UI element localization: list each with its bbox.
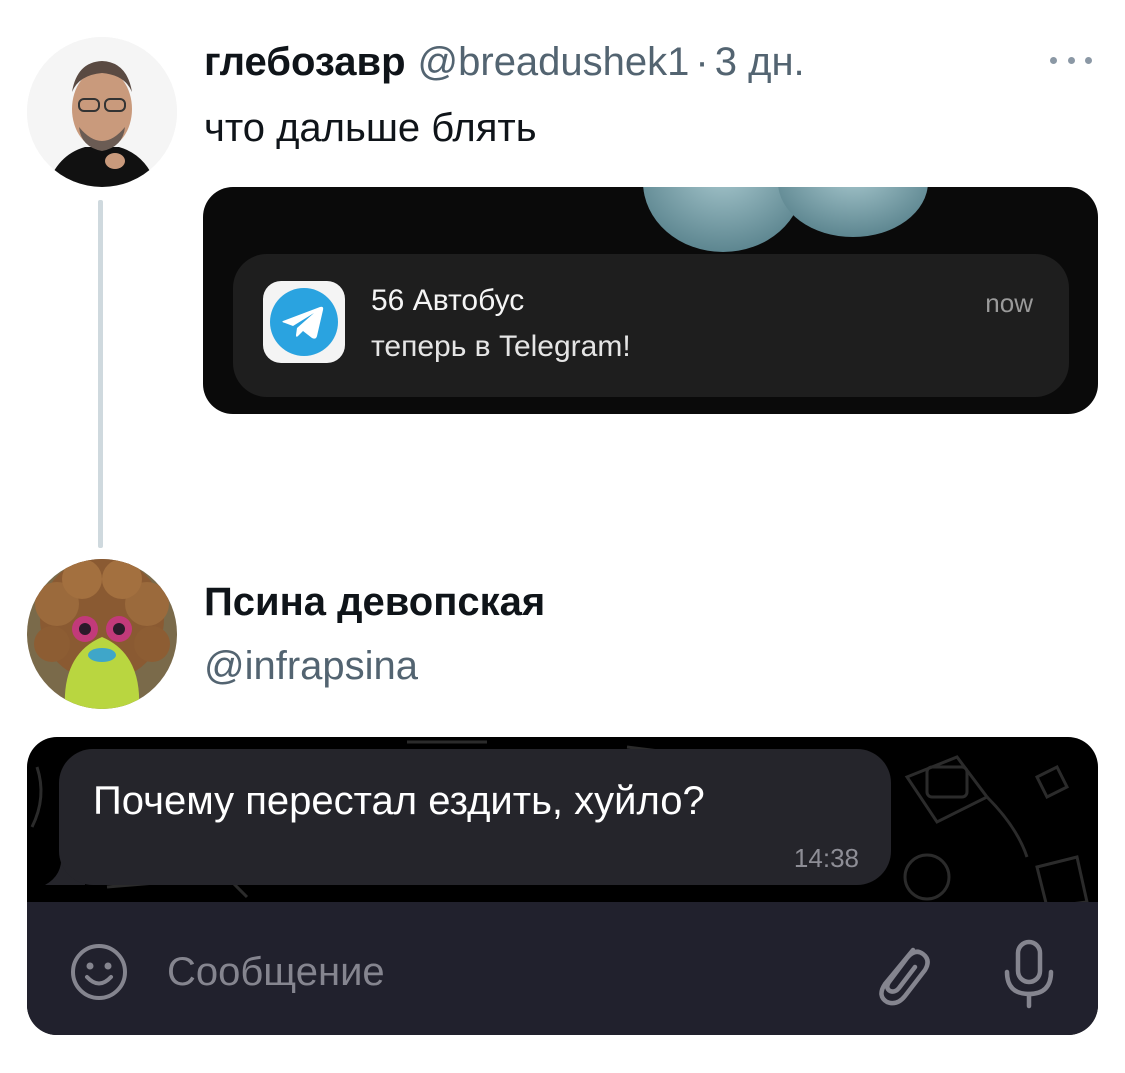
more-dots-icon[interactable]	[1046, 48, 1096, 72]
tweet-text: что дальше блять	[204, 106, 537, 150]
notification-time: now	[985, 288, 1033, 318]
telegram-notification[interactable]: 56 Автобус теперь в Telegram! now	[233, 254, 1069, 397]
chat-input-bar	[27, 902, 1098, 1035]
tweet-media-notification-screenshot[interactable]: 56 Автобус теперь в Telegram! now	[203, 187, 1098, 414]
author-handle[interactable]: @breadushek1	[418, 40, 690, 85]
emoji-icon[interactable]	[67, 940, 131, 1004]
reply-author-display-name[interactable]: Псина девопская	[204, 580, 545, 625]
notification-body: теперь в Telegram!	[371, 330, 631, 363]
tweet-timestamp[interactable]: 3 дн.	[715, 40, 805, 85]
attach-icon[interactable]	[865, 936, 935, 1010]
avatar-portrait-image	[27, 37, 177, 187]
chat-message-bubble[interactable]: Почему перестал ездить, хуйло? 14:38	[59, 749, 891, 885]
reply-author-handle[interactable]: @infrapsina	[204, 644, 418, 689]
telegram-icon	[263, 281, 345, 363]
author-avatar[interactable]	[27, 37, 177, 187]
avatar-creature-image	[27, 559, 177, 709]
notification-title: 56 Автобус	[371, 284, 525, 317]
message-input[interactable]	[167, 940, 807, 1004]
reply-author-avatar[interactable]	[27, 559, 177, 709]
mic-icon[interactable]	[999, 936, 1059, 1010]
author-display-name[interactable]: глебозавр	[204, 40, 406, 85]
tweet-thread: глебозавр @breadushek1 · 3 дн. что дальш…	[0, 0, 1125, 1073]
tweet-header: глебозавр @breadushek1 · 3 дн.	[204, 40, 805, 90]
background-pills-image	[643, 187, 928, 252]
thread-connector-line	[98, 200, 103, 548]
reply-media-chat-screenshot[interactable]: Почему перестал ездить, хуйло? 14:38	[27, 737, 1098, 1035]
header-separator: ·	[695, 40, 709, 84]
chat-message-time: 14:38	[793, 843, 859, 873]
chat-message-text: Почему перестал ездить, хуйло?	[93, 779, 705, 823]
